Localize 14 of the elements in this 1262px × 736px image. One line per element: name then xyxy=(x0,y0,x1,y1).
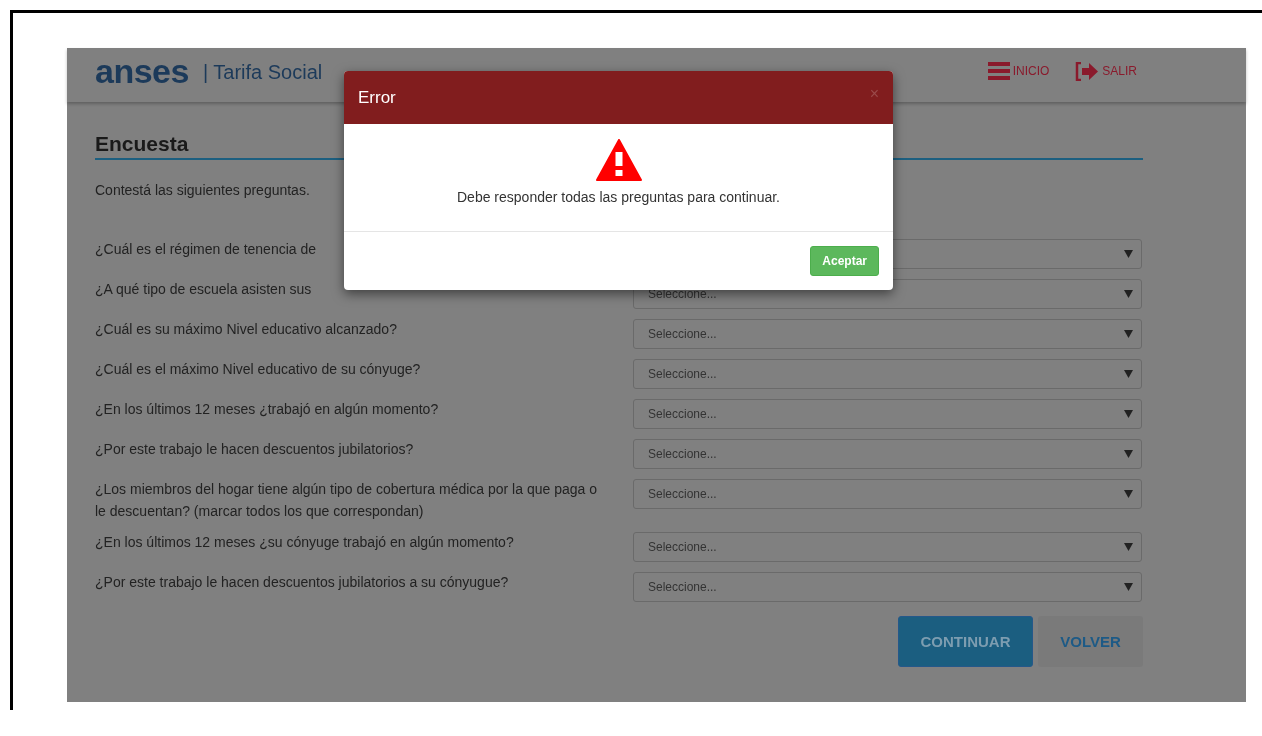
question-label: ¿A qué tipo de escuela asisten sus xyxy=(95,280,313,299)
intro-text: Contestá las siguientes preguntas. xyxy=(95,182,310,198)
logo: anses xyxy=(95,54,189,88)
error-message: Debe responder todas las preguntas para continuar. xyxy=(457,189,780,205)
question-label: ¿Por este trabajo le hacen descuentos jubilatorios? xyxy=(95,440,415,459)
question-label: ¿En los últimos 12 meses ¿trabajó en algún momento? xyxy=(95,400,440,419)
question-label: ¿Cuál es el máximo Nivel educativo de su cónyuge? xyxy=(95,360,422,379)
question-label: ¿Cuál es su máximo Nivel educativo alcanzado? xyxy=(95,320,398,339)
dialog-title: Error xyxy=(358,87,396,108)
question-label: ¿En los últimos 12 meses ¿su cónyuge trabajó en algún momento? xyxy=(95,533,515,552)
question-label: ¿Los miembros del hogar tiene algún tipo de cobertura médica por la que paga o le descuentan? (marcar todos los que correspondan) xyxy=(95,480,598,521)
question-label: ¿Por este trabajo le hacen descuentos jubilatorios a su cónyugue? xyxy=(95,573,510,592)
question-label: ¿Cuál es el régimen de tenencia de xyxy=(95,240,318,259)
site-subtitle: | Tarifa Social xyxy=(202,60,323,84)
